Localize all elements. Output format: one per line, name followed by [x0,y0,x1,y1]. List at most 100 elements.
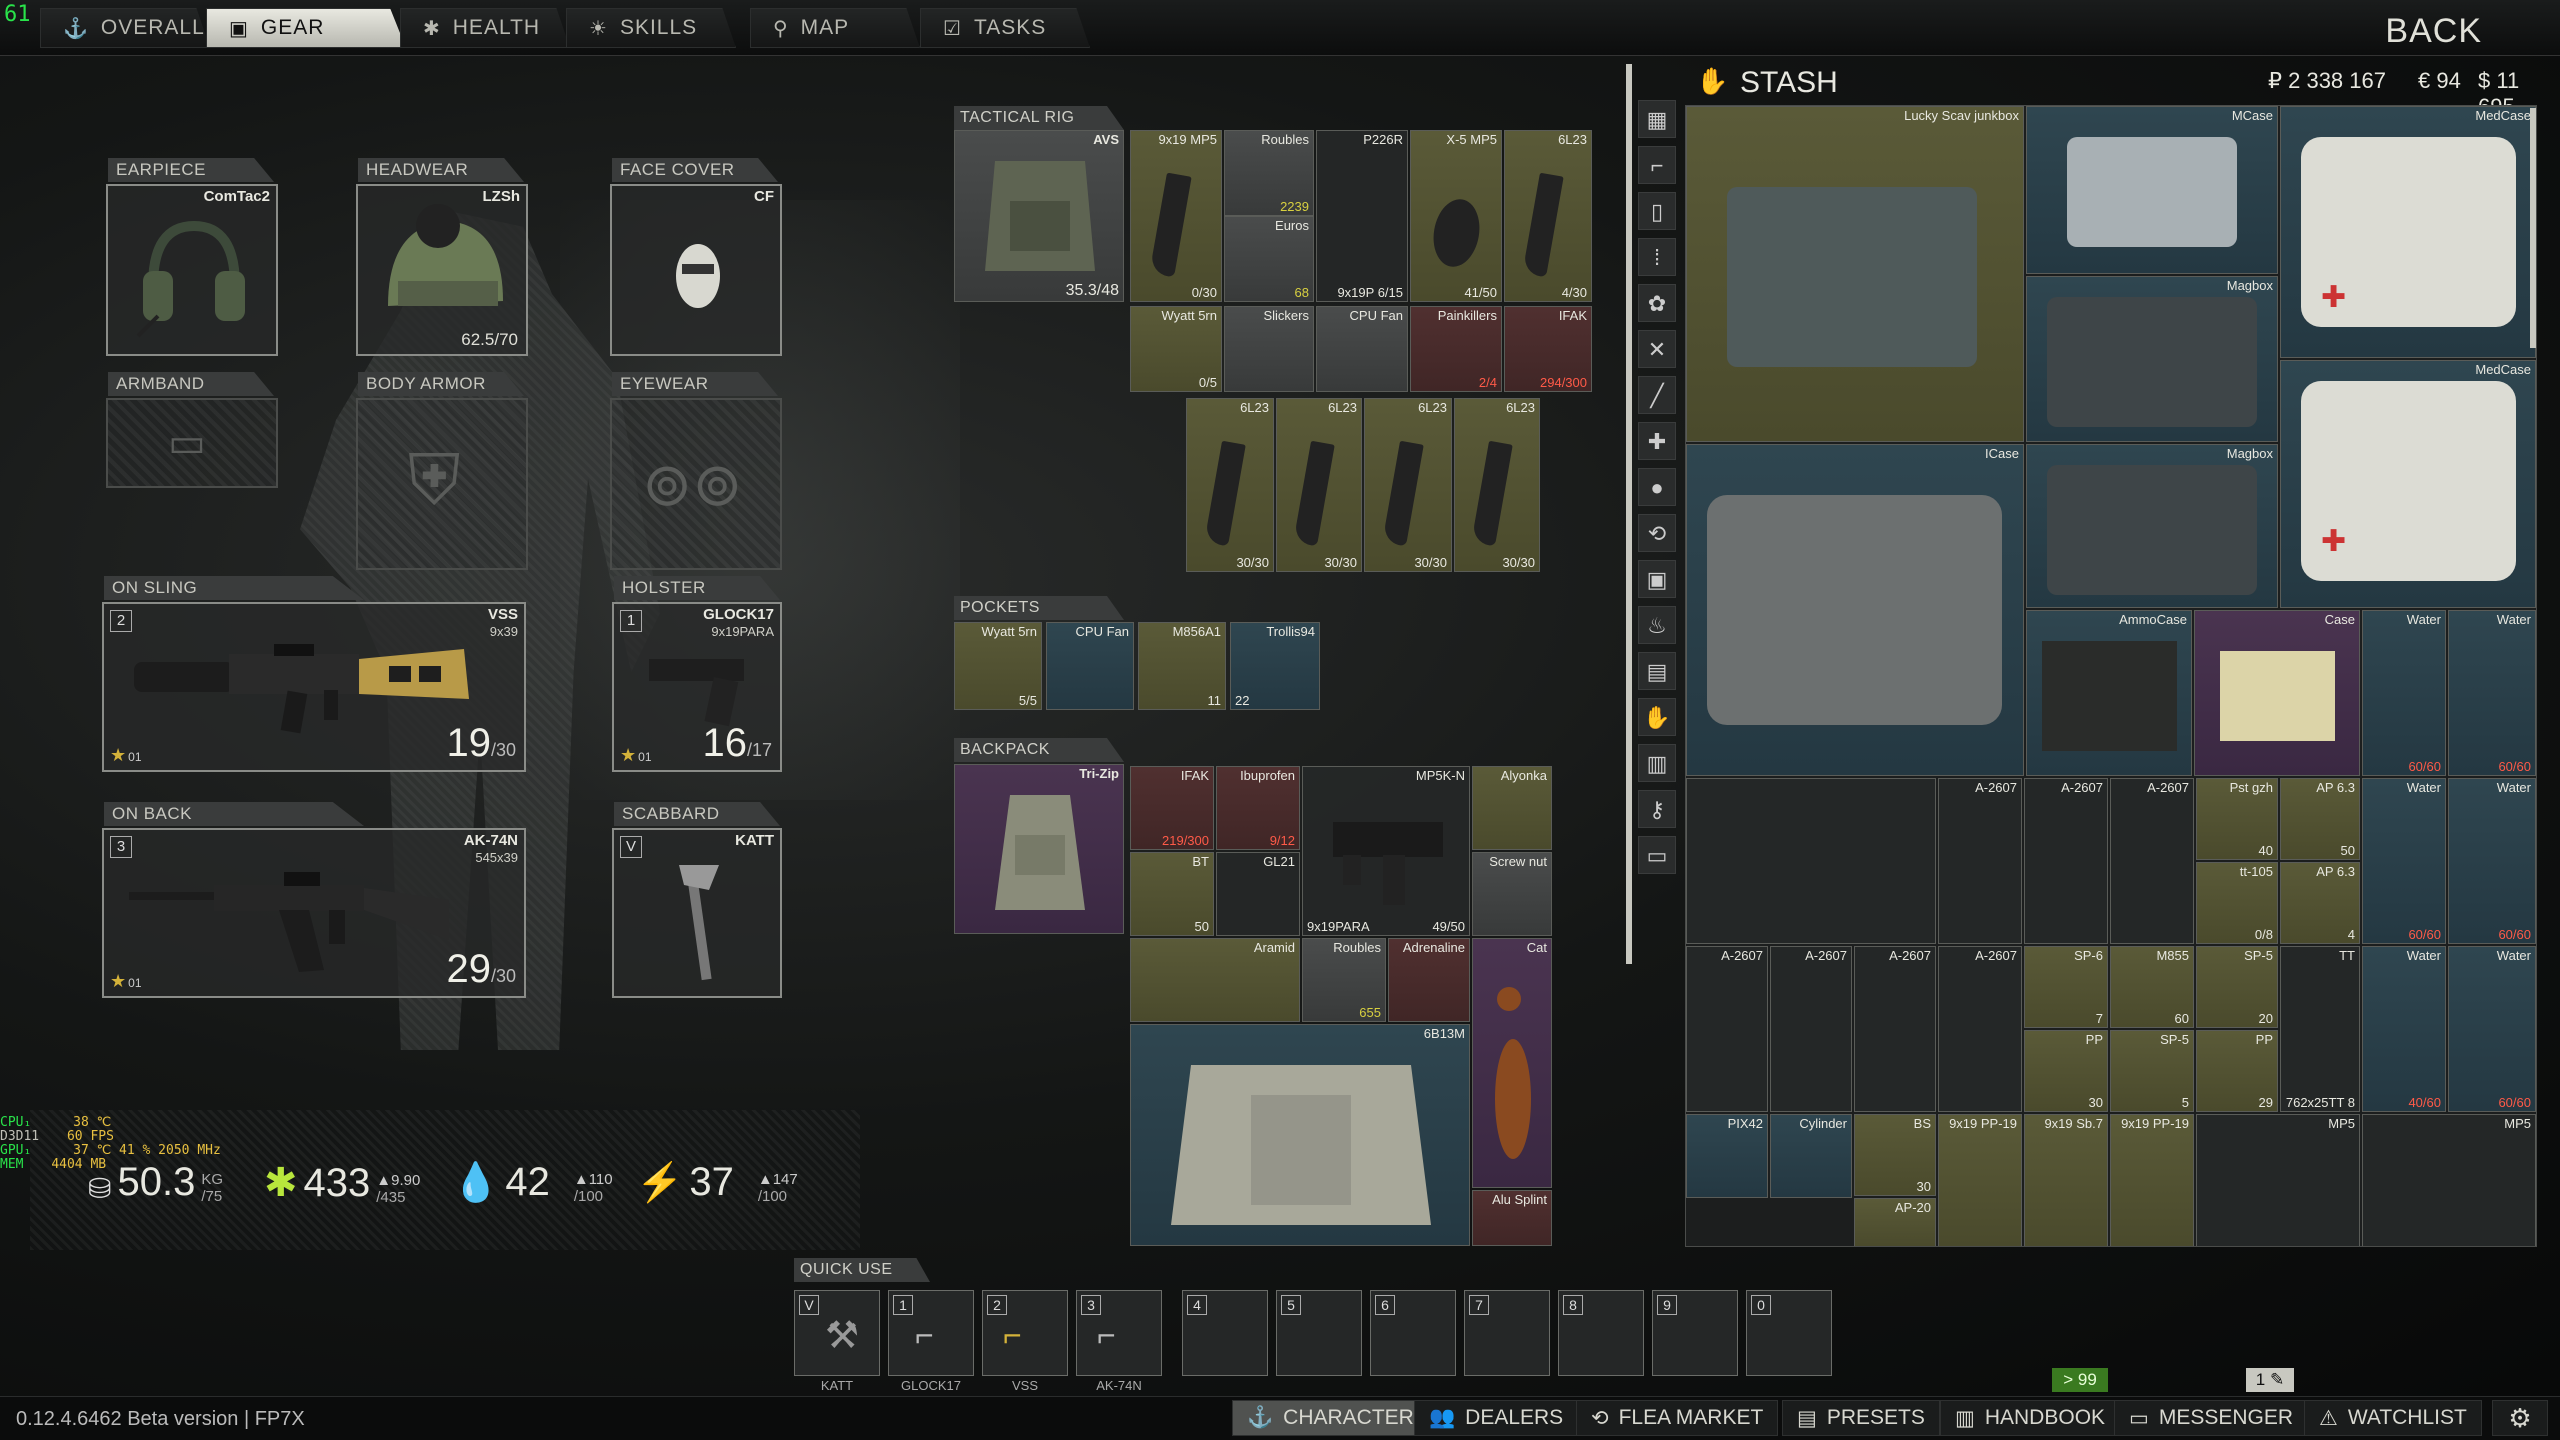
face-cover-slot[interactable]: CF [610,184,782,356]
stash-item-knife[interactable]: A-2607 [1854,946,1936,1112]
rig-item-x5-mp5[interactable]: X-5 MP5 41/50 [1410,130,1502,302]
tab-map[interactable]: ⚲ MAP [750,8,920,48]
back-button[interactable]: BACK [2385,12,2482,51]
stash-item-ap63[interactable]: AP 6.3 50 [2280,778,2360,860]
stash-item-mcase[interactable]: MCase [2026,106,2278,274]
rig-item-slickers[interactable]: Slickers [1224,306,1314,392]
flea-market-button[interactable]: ⟲ FLEA MARKET [1576,1400,1779,1436]
backpack-item-alu-splint[interactable]: Alu Splint [1472,1190,1552,1246]
stash-item-knife[interactable]: A-2607 [1938,946,2022,1112]
stash-item-pix42[interactable]: PIX42 [1686,1114,1768,1198]
backpack-item-adrenaline[interactable]: Adrenaline [1388,938,1470,1022]
rig-item-wyatt[interactable]: Wyatt 5rn 0/5 [1130,306,1222,392]
pocket-item-cpu-fan[interactable]: CPU Fan [1046,622,1134,710]
tactical-rig-slot[interactable]: AVS 35.3/48 [954,130,1124,302]
quick-slot-4[interactable]: 4 [1182,1290,1268,1376]
eyewear-slot[interactable]: ⊚⊚ [610,398,782,570]
rig-item-6l23[interactable]: 6L23 4/30 [1504,130,1592,302]
backpack-item-ifak[interactable]: IFAK 219/300 [1130,766,1214,850]
filter-meds-icon[interactable]: ✚ [1638,422,1676,460]
stash-item-case[interactable]: Case [2194,610,2360,776]
filter-info-icon[interactable]: ▥ [1638,744,1676,782]
rig-item-6l23[interactable]: 6L23 30/30 [1364,398,1452,572]
stash-item-pst-gzh[interactable]: Pst gzh 40 [2196,778,2278,860]
rig-item-mp5-mag[interactable]: 9x19 MP5 0/30 [1130,130,1222,302]
stash-item-pp[interactable]: PP 29 [2196,1030,2278,1112]
quick-slot-7[interactable]: 7 [1464,1290,1550,1376]
stash-item-ap63[interactable]: AP 6.3 4 [2280,862,2360,944]
stash-item-sp5[interactable]: SP-5 20 [2196,946,2278,1028]
stash-item-medcase[interactable]: MedCase ✚ [2280,360,2536,608]
stash-item-knife[interactable]: A-2607 [2024,778,2108,944]
stash-scrollbar[interactable] [2530,108,2536,348]
filter-ammo-icon[interactable]: ⁞ [1638,238,1676,276]
earpiece-slot[interactable]: ComTac2 [106,184,278,356]
quick-slot-0[interactable]: 0 [1746,1290,1832,1376]
stash-item-knife[interactable]: A-2607 [1770,946,1852,1112]
handbook-button[interactable]: ▥ HANDBOOK [1940,1400,2121,1436]
stash-item-mp5[interactable]: MP5 [2196,1114,2360,1246]
tab-tasks[interactable]: ☑ TASKS [920,8,1090,48]
backpack-item-ibuprofen[interactable]: Ibuprofen 9/12 [1216,766,1300,850]
filter-gear-icon[interactable]: ▣ [1638,560,1676,598]
stash-item-sb7-mag[interactable]: 9x19 Sb.7 [2024,1114,2108,1246]
rig-item-ifak[interactable]: IFAK 294/300 [1504,306,1592,392]
stash-item-magbox[interactable]: Magbox [2026,276,2278,442]
backpack-item-screw-nut[interactable]: Screw nut [1472,852,1552,936]
stash-item-knife[interactable]: A-2607 [2110,778,2194,944]
filter-grenades-icon[interactable]: ● [1638,468,1676,506]
stash-item-water[interactable]: Water 60/60 [2362,778,2446,944]
backpack-item-mp5k[interactable]: MP5K-N 9x19PARA 49/50 [1302,766,1470,936]
stash-empty-cell[interactable] [1686,778,1936,944]
online-friends-badge[interactable]: > 99 [2052,1368,2108,1392]
notification-count-badge[interactable]: 1 ✎ [2246,1368,2294,1392]
messenger-button[interactable]: ▭ MESSENGER [2114,1400,2309,1436]
quick-slot-2[interactable]: 2 ⌐ [982,1290,1068,1376]
backpack-item-aramid[interactable]: Aramid [1130,938,1300,1022]
stash-item-medcase[interactable]: MedCase ✚ [2280,106,2536,358]
stash-item-water[interactable]: Water 60/60 [2448,610,2536,776]
rig-item-euros[interactable]: Euros 68 [1224,216,1314,302]
quick-slot-5[interactable]: 5 [1276,1290,1362,1376]
body-armor-slot[interactable]: ⛨ [356,398,528,570]
rig-item-painkillers[interactable]: Painkillers 2/4 [1410,306,1502,392]
stash-item-pp[interactable]: PP 30 [2024,1030,2108,1112]
presets-button[interactable]: ▤ PRESETS [1782,1400,1940,1436]
filter-keys-icon[interactable]: ⚷ [1638,790,1676,828]
backpack-item-alyonka[interactable]: Alyonka [1472,766,1552,850]
headwear-slot[interactable]: LZSh 62.5/70 [356,184,528,356]
character-button[interactable]: ⚓ CHARACTER [1232,1400,1429,1436]
quick-slot-8[interactable]: 8 [1558,1290,1644,1376]
stash-item-tt105[interactable]: tt-105 0/8 [2196,862,2278,944]
tab-gear[interactable]: ▣ GEAR [206,8,406,48]
pocket-item-wyatt[interactable]: Wyatt 5rn 5/5 [954,622,1042,710]
stash-grid[interactable]: Lucky Scav junkbox MCase MedCase ✚ Magbo… [1685,105,2537,1247]
rig-item-roubles[interactable]: Roubles 2239 [1224,130,1314,216]
on-back-slot[interactable]: 3 AK-74N 545x39 ★ 01 29/30 [102,828,526,998]
stash-item-junkbox[interactable]: Lucky Scav junkbox [1686,106,2024,442]
filter-knife-icon[interactable]: ╱ [1638,376,1676,414]
filter-mods-icon[interactable]: ✿ [1638,284,1676,322]
watchlist-button[interactable]: ⚠ WATCHLIST [2304,1400,2482,1436]
stash-item-sp5[interactable]: SP-5 5 [2110,1030,2194,1112]
rig-item-6l23[interactable]: 6L23 30/30 [1454,398,1540,572]
on-sling-slot[interactable]: 2 VSS 9x39 ★ 01 19/30 [102,602,526,772]
backpack-item-roubles[interactable]: Roubles 655 [1302,938,1386,1022]
filter-special-icon[interactable]: ✋ [1638,698,1676,736]
quick-slot-1[interactable]: 1 ⌐ [888,1290,974,1376]
stash-item-water[interactable]: Water 60/60 [2448,778,2536,944]
backpack-item-cat[interactable]: Cat [1472,938,1552,1188]
stash-item-pp19-mag[interactable]: 9x19 PP-19 [1938,1114,2022,1246]
stash-item-cylinder[interactable]: Cylinder [1770,1114,1852,1198]
holster-slot[interactable]: 1 GLOCK17 9x19PARA ★ 01 16/17 [612,602,782,772]
filter-notes-icon[interactable]: ▭ [1638,836,1676,874]
tab-health[interactable]: ✱ HEALTH [400,8,570,48]
filter-all-icon[interactable]: ▦ [1638,100,1676,138]
tab-overall[interactable]: ⚓ OVERALL [40,8,210,48]
dealers-button[interactable]: 👥 DEALERS [1414,1400,1579,1436]
stash-item-pp19-mag[interactable]: 9x19 PP-19 [2110,1114,2194,1246]
backpack-item-gl21[interactable]: GL21 [1216,852,1300,936]
filter-containers-icon[interactable]: ▤ [1638,652,1676,690]
filter-melee-icon[interactable]: ✕ [1638,330,1676,368]
filter-food-icon[interactable]: ♨ [1638,606,1676,644]
